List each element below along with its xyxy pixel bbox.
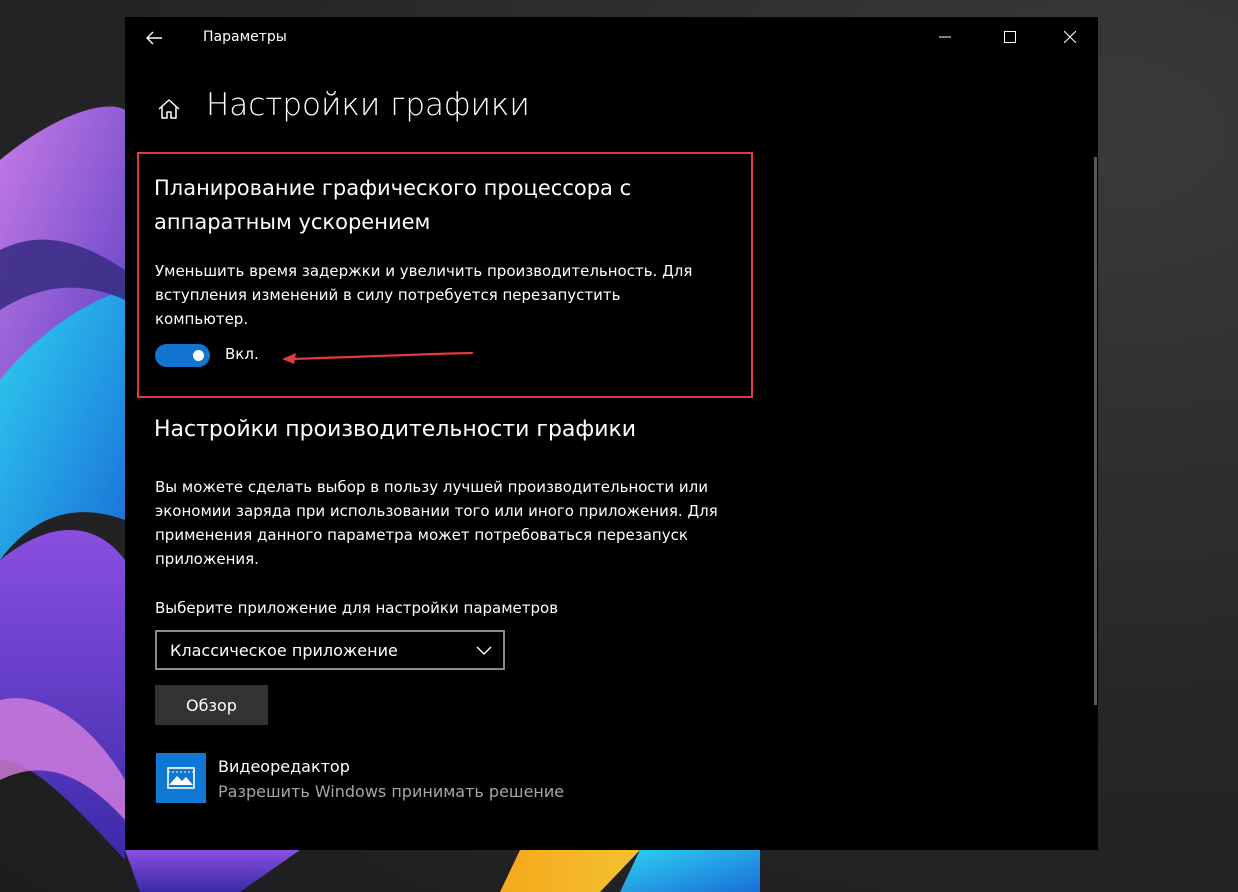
toggle-state-label: Вкл. (225, 345, 259, 363)
maximize-icon (1004, 31, 1016, 43)
app-title: Параметры (203, 29, 287, 45)
toggle-knob (193, 350, 204, 361)
gpu-scheduling-description: Уменьшить время задержки и увеличить про… (155, 262, 693, 328)
close-icon (1064, 31, 1076, 43)
gpu-scheduling-title: Планирование графического процессора с а… (154, 176, 632, 234)
close-button[interactable] (1047, 17, 1093, 57)
home-button[interactable] (155, 95, 183, 123)
graphics-performance-title: Настройки производительности графики (154, 417, 637, 442)
minimize-icon (939, 36, 951, 38)
app-type-select[interactable]: Классическое приложение (155, 630, 505, 670)
back-button[interactable] (139, 25, 169, 51)
scrollbar[interactable] (1094, 157, 1097, 705)
maximize-button[interactable] (987, 17, 1033, 57)
minimize-button[interactable] (922, 17, 968, 57)
photos-video-icon[interactable] (156, 753, 206, 803)
chevron-down-icon (476, 646, 492, 655)
annotation-arrow-icon (282, 351, 474, 364)
page-title: Настройки графики (206, 87, 530, 123)
home-icon (158, 99, 180, 119)
video-editor-glyph-icon (167, 767, 195, 789)
back-arrow-icon (146, 31, 162, 45)
app-item-name[interactable]: Видеоредактор (218, 757, 350, 776)
title-bar: Параметры (125, 17, 1098, 59)
settings-window: Параметры Настройки графики Планирование… (125, 17, 1098, 850)
app-type-select-label: Выберите приложение для настройки параме… (155, 599, 559, 617)
browse-button[interactable]: Обзор (155, 685, 268, 725)
graphics-performance-description: Вы можете сделать выбор в пользу лучшей … (155, 478, 718, 568)
app-item-status: Разрешить Windows принимать решение (218, 782, 565, 801)
gpu-scheduling-toggle[interactable] (155, 344, 210, 367)
app-type-select-value: Классическое приложение (170, 641, 398, 660)
